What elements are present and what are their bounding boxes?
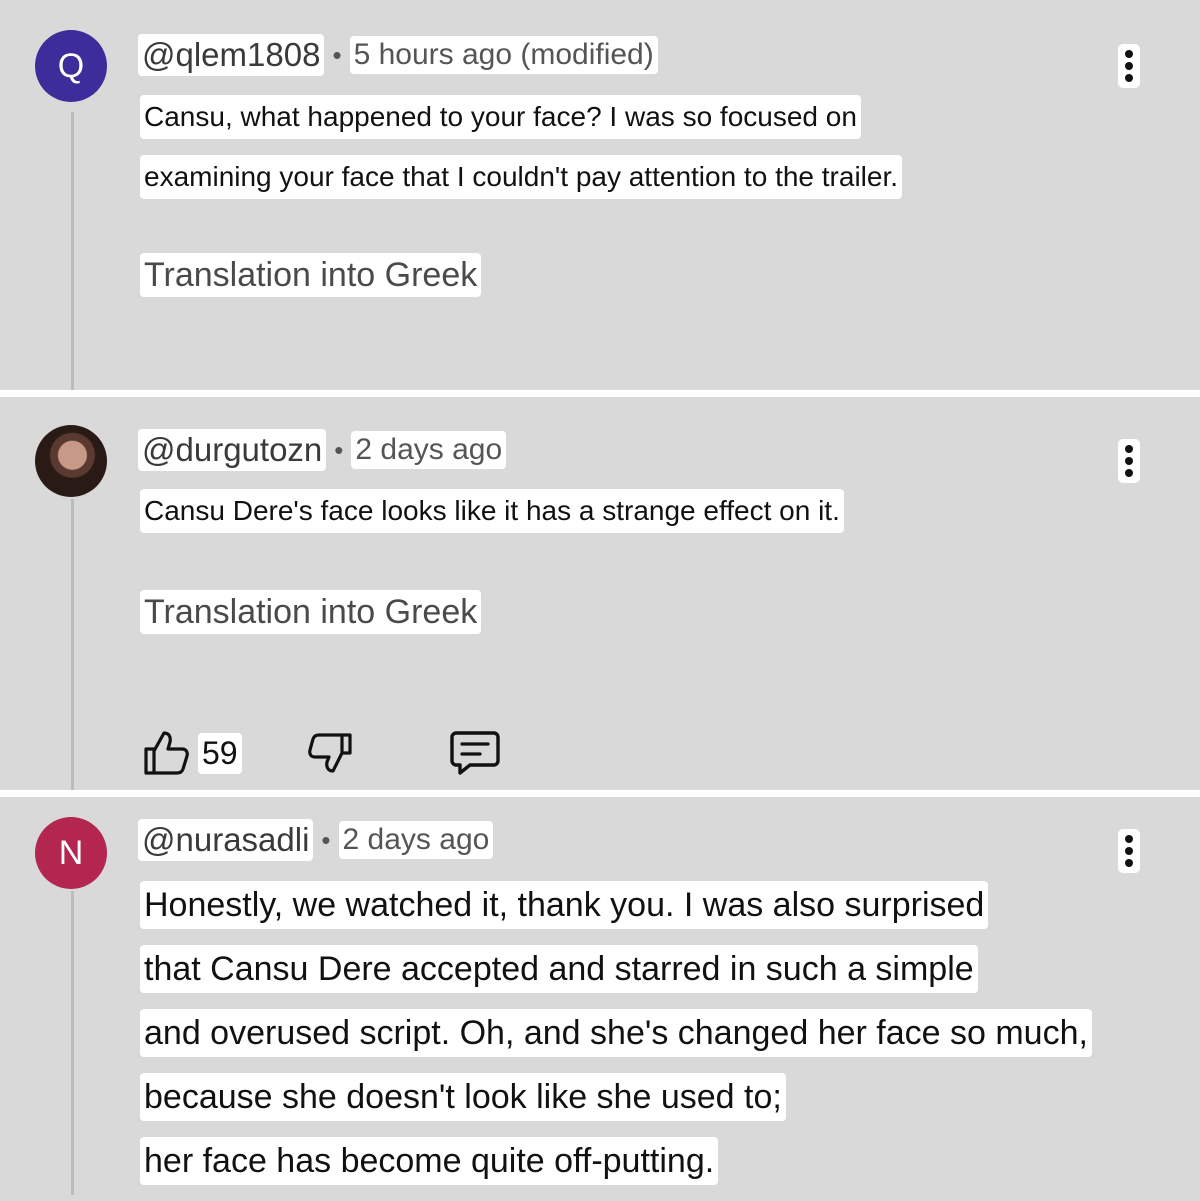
comment-author-handle[interactable]: @nurasadli [138,819,314,861]
kebab-menu-icon[interactable] [1118,439,1140,483]
comment-item: @durgutozn • 2 days ago Cansu Dere's fac… [0,397,1200,790]
comment-timestamp[interactable]: 2 days ago [351,431,507,469]
like-count: 59 [198,732,242,774]
thumbs-up-icon [144,731,189,775]
comment-actions: 59 [140,727,502,779]
comment-meta: @qlem1808 • 5 hours ago (modified) [138,34,658,76]
translate-link[interactable]: Translation into Greek [140,590,482,634]
comment-body: Honestly, we watched it, thank you. I wa… [140,881,1092,1201]
comment-meta: @durgutozn • 2 days ago [138,429,507,471]
comment-text-line: that Cansu Dere accepted and starred in … [140,945,1092,993]
kebab-menu-icon[interactable] [1118,829,1140,873]
avatar-letter: Q [57,46,85,85]
reply-icon [449,731,500,775]
comment-divider [0,390,1200,397]
comment-timestamp[interactable]: 2 days ago [338,821,494,859]
avatar[interactable]: Q [35,30,107,102]
comment-text-line: her face has become quite off-putting. [140,1137,1092,1185]
comment-divider [0,790,1200,797]
thread-line [71,891,74,1195]
kebab-menu-icon[interactable] [1118,44,1140,88]
reply-button[interactable] [448,727,502,779]
avatar[interactable]: N [35,817,107,889]
translate-link[interactable]: Translation into Greek [140,253,482,297]
thread-line [71,112,74,390]
comment-text-line: examining your face that I couldn't pay … [140,155,903,199]
dislike-button[interactable] [304,727,356,779]
avatar-letter: N [58,833,84,872]
meta-separator: • [334,434,344,465]
comment-meta: @nurasadli • 2 days ago [138,819,494,861]
comment-text-line: and overused script. Oh, and she's chang… [140,1009,1092,1057]
comment-body: Cansu, what happened to your face? I was… [140,95,903,215]
avatar[interactable] [35,425,107,497]
comment-author-handle[interactable]: @qlem1808 [138,34,325,76]
thread-line [71,499,74,790]
like-button[interactable]: 59 [140,727,242,779]
comment-item: N @nurasadli • 2 days ago Honestly, we w… [0,797,1200,1195]
comment-body: Cansu Dere's face looks like it has a st… [140,489,844,549]
comment-text-line: because she doesn't look like she used t… [140,1073,1092,1121]
meta-separator: • [332,39,342,70]
comment-item: Q @qlem1808 • 5 hours ago (modified) Can… [0,0,1200,390]
comment-author-handle[interactable]: @durgutozn [138,429,327,471]
comment-text-line: Honestly, we watched it, thank you. I wa… [140,881,1092,929]
comment-text-line: Cansu, what happened to your face? I was… [140,95,902,139]
comment-text-line: Cansu Dere's face looks like it has a st… [140,489,844,533]
comment-timestamp[interactable]: 5 hours ago (modified) [349,36,658,74]
thumbs-down-icon [307,733,352,773]
meta-separator: • [321,824,331,855]
